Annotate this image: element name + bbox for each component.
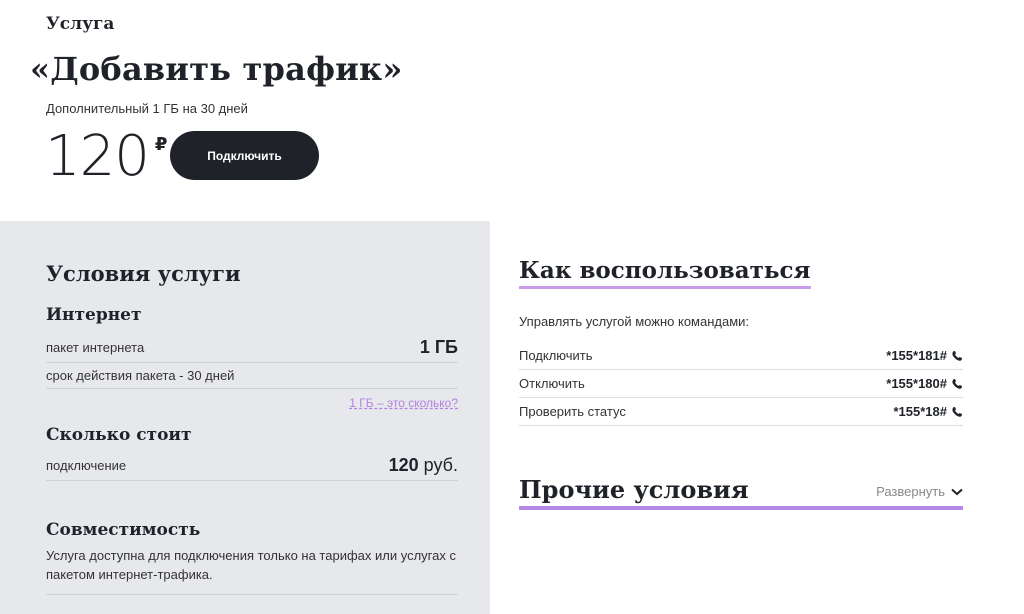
price-amount: 120 [45, 124, 150, 189]
phone-icon [952, 406, 962, 417]
internet-duration-row: срок действия пакета - 30 дней [46, 363, 458, 389]
expand-label: Развернуть [876, 484, 945, 499]
expand-toggle[interactable]: Развернуть [876, 484, 963, 499]
command-code: *155*180# [886, 376, 947, 391]
price-currency: ₽ [154, 134, 168, 154]
compat-text: Услуга доступна для подключения только н… [46, 548, 456, 582]
command-code-dial[interactable]: *155*180# [886, 376, 963, 391]
cost-label: подключение [46, 458, 127, 473]
how-to-use-heading: Как воспользоваться [519, 256, 811, 289]
gb-how-much-link[interactable]: 1 ГБ – это сколько? [349, 396, 458, 410]
divider [46, 594, 458, 595]
conditions-heading: Условия услуги [46, 261, 241, 286]
cost-unit: руб. [423, 455, 458, 475]
command-row-status: Проверить статус *155*18# [519, 398, 963, 426]
chevron-down-icon [951, 488, 963, 495]
command-row-connect: Подключить *155*181# [519, 342, 963, 370]
internet-package-value: 1 ГБ [419, 337, 458, 357]
command-code-dial[interactable]: *155*18# [894, 404, 964, 419]
command-row-disconnect: Отключить *155*180# [519, 370, 963, 398]
other-conditions-accordion[interactable]: Прочие условия Развернуть [519, 474, 963, 510]
command-label: Подключить [519, 348, 593, 363]
service-eyebrow: Услуга [46, 14, 115, 34]
cost-section-title: Сколько стоит [46, 425, 192, 445]
cost-amount: 120 [388, 455, 419, 475]
page-title: «Добавить трафик» [30, 50, 403, 88]
cost-value: 120 руб. [389, 455, 458, 476]
internet-section-title: Интернет [46, 305, 142, 325]
service-subtitle: Дополнительный 1 ГБ на 30 дней [46, 101, 248, 116]
phone-icon [952, 378, 962, 389]
command-code: *155*181# [886, 348, 947, 363]
phone-icon [952, 350, 962, 361]
conditions-panel: Условия услуги Интернет пакет интернета … [0, 221, 490, 614]
command-code-dial[interactable]: *155*181# [886, 348, 963, 363]
cost-row: подключение 120 руб. [46, 451, 458, 481]
other-conditions-heading: Прочие условия [519, 475, 749, 504]
connect-button[interactable]: Подключить [170, 131, 319, 180]
internet-package-label: пакет интернета [46, 340, 145, 355]
compat-section-title: Совместимость [46, 520, 201, 540]
command-label: Проверить статус [519, 404, 626, 419]
command-code: *155*18# [893, 404, 948, 419]
price: 120 ₽ [45, 122, 167, 192]
internet-package-row: пакет интернета 1 ГБ [46, 333, 458, 363]
manage-text: Управлять услугой можно командами: [519, 314, 750, 329]
command-label: Отключить [519, 376, 585, 391]
internet-duration-label: срок действия пакета - 30 дней [46, 368, 235, 383]
